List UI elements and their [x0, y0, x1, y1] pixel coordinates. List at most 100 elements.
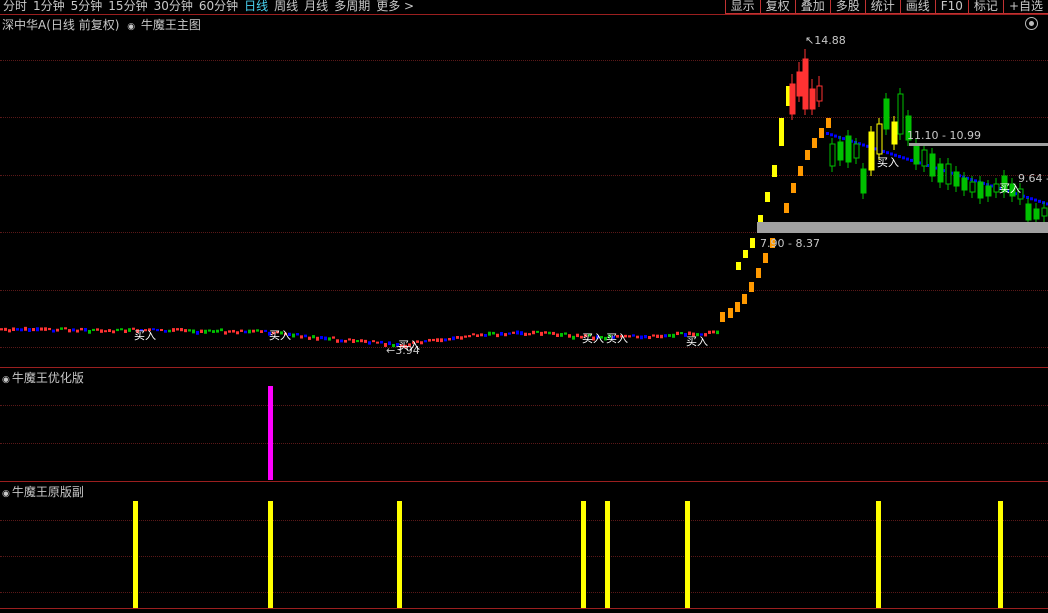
collapse-arrow-icon[interactable]: ◉ — [2, 375, 10, 385]
display-button[interactable]: 显示 — [724, 0, 760, 14]
tab-weekly[interactable]: 周线 — [271, 0, 301, 14]
candle — [460, 336, 463, 340]
candle — [743, 250, 748, 258]
high-price-value: 14.88 — [814, 34, 846, 47]
bottom-axis — [0, 608, 1048, 609]
candle — [196, 330, 199, 335]
candle — [316, 336, 319, 341]
candle — [802, 58, 809, 110]
tab-60min[interactable]: 60分钟 — [196, 0, 241, 14]
buy-signal: 买入 — [134, 329, 156, 342]
candle — [428, 338, 431, 342]
candle — [544, 331, 547, 334]
candle — [891, 121, 898, 145]
signal-bar — [876, 501, 881, 608]
sub-panel-1-title[interactable]: 牛魔王优化版 — [12, 371, 84, 385]
candle — [765, 192, 770, 202]
candle — [12, 327, 15, 332]
tab-5min[interactable]: 5分钟 — [68, 0, 106, 14]
candle — [444, 338, 447, 342]
tab-30min[interactable]: 30分钟 — [151, 0, 196, 14]
candle — [656, 334, 659, 338]
candle — [742, 294, 747, 304]
candle — [830, 133, 833, 137]
candle — [468, 335, 471, 338]
tab-multi-period[interactable]: 多周期 — [331, 0, 373, 14]
candle — [524, 332, 527, 336]
signal-bar — [133, 501, 138, 608]
candle — [344, 339, 347, 343]
buy-signal: 买入 — [606, 332, 628, 345]
candle — [480, 333, 483, 337]
candle — [228, 330, 231, 333]
candle — [826, 132, 829, 135]
adjust-button[interactable]: 复权 — [759, 0, 795, 14]
toolbar-actions: 显示 复权 叠加 多股 统计 画线 F10 标记 +自选 — [724, 0, 1048, 14]
draw-button[interactable]: 画线 — [899, 0, 935, 14]
candle — [32, 328, 35, 332]
add-watchlist-button[interactable]: +自选 — [1002, 0, 1048, 14]
candle — [628, 335, 631, 338]
candle — [985, 185, 992, 197]
mark-button[interactable]: 标记 — [967, 0, 1003, 14]
candle — [829, 143, 836, 167]
tab-daily[interactable]: 日线 — [241, 0, 271, 14]
candle — [826, 118, 831, 128]
candle — [496, 333, 499, 338]
candle — [784, 203, 789, 213]
candle — [328, 337, 331, 341]
zone-right-label: 9.64 - — [1018, 172, 1048, 185]
candle — [372, 340, 375, 343]
main-candle-chart[interactable] — [0, 14, 1048, 368]
candle — [336, 339, 339, 343]
signal-bar — [605, 501, 610, 608]
collapse-arrow-icon[interactable]: ◉ — [2, 489, 10, 499]
panel-divider — [0, 481, 1048, 482]
candle — [380, 340, 383, 344]
candle — [48, 327, 51, 331]
candle — [472, 333, 475, 336]
candle — [80, 327, 83, 331]
candle — [352, 339, 355, 344]
candle — [572, 335, 575, 340]
candle — [424, 340, 427, 343]
candle — [368, 341, 371, 345]
candle — [204, 329, 207, 334]
candle — [556, 333, 559, 337]
candle — [224, 331, 227, 335]
stats-button[interactable]: 统计 — [864, 0, 900, 14]
candle — [420, 341, 423, 345]
tab-15min[interactable]: 15分钟 — [105, 0, 150, 14]
candle — [860, 168, 867, 194]
candle — [84, 327, 87, 332]
tab-monthly[interactable]: 月线 — [301, 0, 331, 14]
candle — [76, 329, 79, 333]
candle — [791, 183, 796, 193]
multi-stock-button[interactable]: 多股 — [829, 0, 865, 14]
candle — [853, 143, 860, 159]
candle — [834, 134, 837, 138]
overlay-button[interactable]: 叠加 — [794, 0, 830, 14]
candle — [100, 329, 103, 333]
candle — [736, 262, 741, 270]
candle — [552, 331, 555, 335]
candle — [0, 328, 3, 331]
tab-more[interactable]: 更多 > — [373, 0, 417, 14]
grid-line — [0, 556, 1048, 557]
candle — [448, 337, 451, 341]
tab-1min[interactable]: 1分钟 — [30, 0, 68, 14]
candle — [953, 171, 960, 187]
candle — [292, 333, 295, 338]
sub-panel-2-title[interactable]: 牛魔王原版副 — [12, 485, 84, 499]
candle — [56, 328, 59, 332]
grid-line — [0, 592, 1048, 593]
candle — [172, 328, 175, 332]
candle — [232, 329, 235, 333]
tab-intraday[interactable]: 分时 — [0, 0, 30, 14]
candle — [902, 156, 905, 160]
candle — [876, 123, 883, 155]
candle — [160, 329, 163, 332]
f10-button[interactable]: F10 — [934, 0, 968, 14]
candle — [332, 336, 335, 339]
candle — [716, 330, 719, 335]
